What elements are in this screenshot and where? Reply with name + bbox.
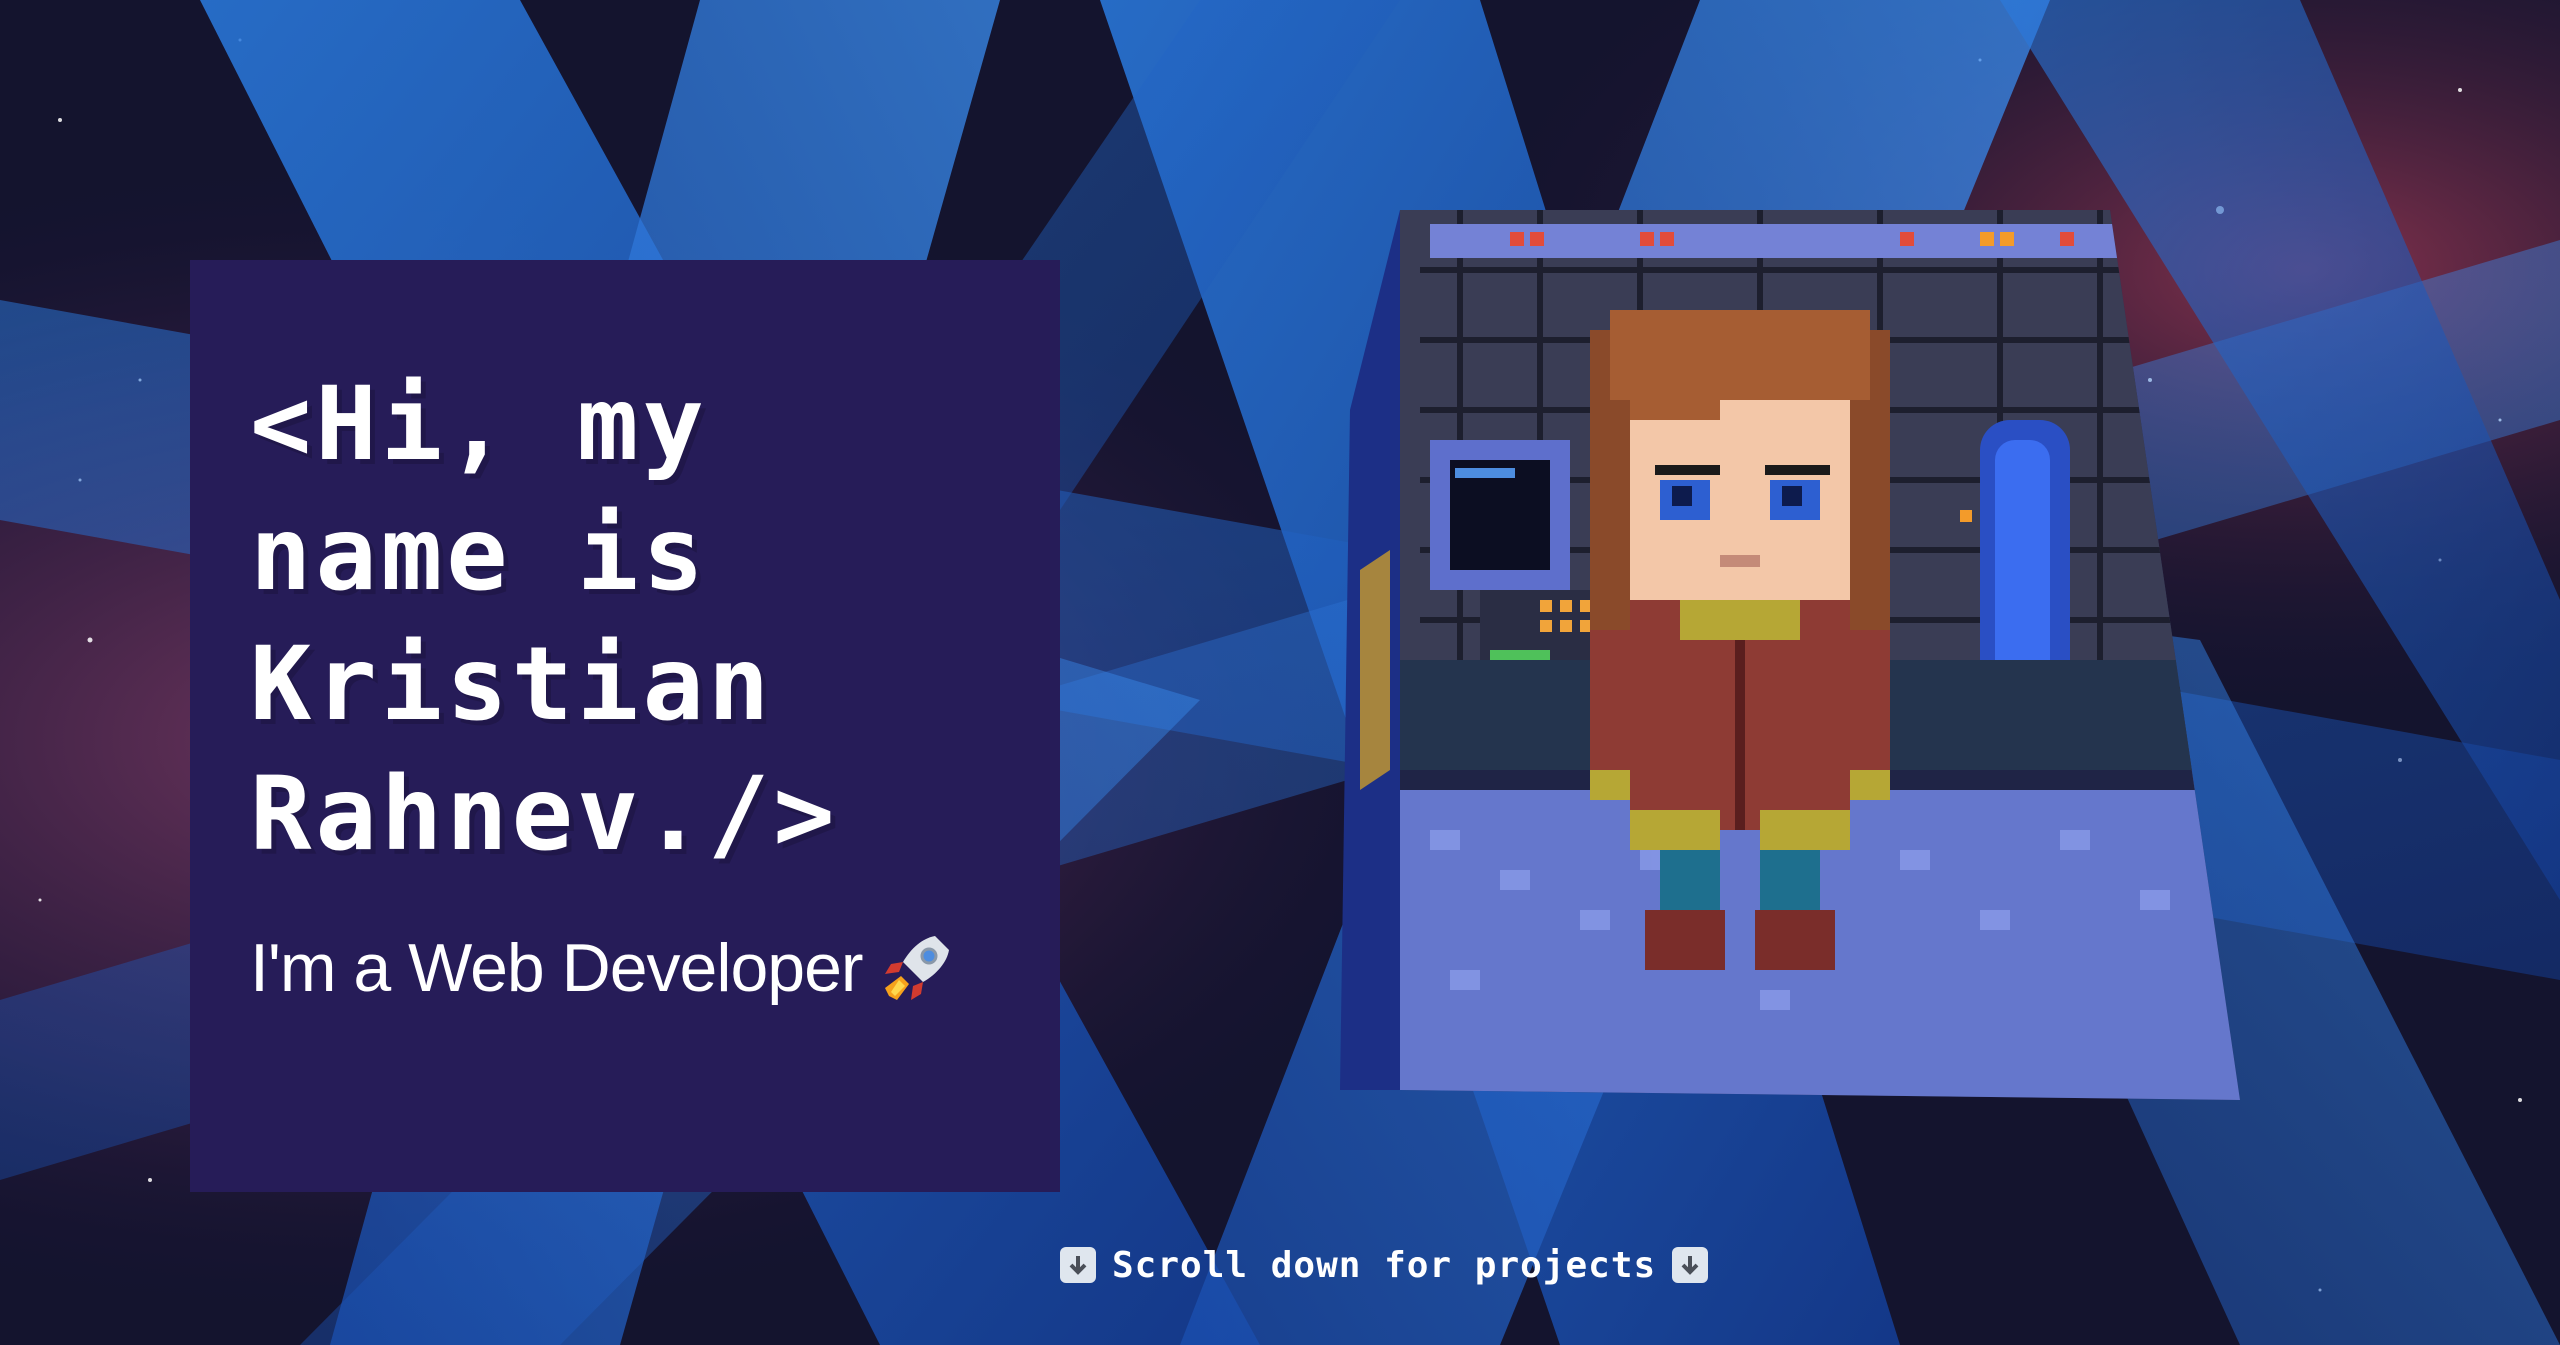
avatar-cube[interactable] <box>1340 210 2240 1100</box>
scroll-hint-label: Scroll down for projects <box>1112 1244 1657 1286</box>
intro-subtitle-row: I'm a Web Developer <box>250 928 1020 1008</box>
arrow-down-icon <box>1060 1247 1096 1283</box>
arrow-down-icon <box>1672 1247 1709 1283</box>
scroll-hint[interactable]: Scroll down for projects <box>1060 1240 1709 1290</box>
intro-card: <Hi, my name is Kristian Rahnev./> I'm a… <box>190 260 1060 1192</box>
intro-heading: <Hi, my name is Kristian Rahnev./> <box>250 365 839 874</box>
pixel-art-avatar-icon <box>1340 210 2240 1100</box>
intro-subtitle: I'm a Web Developer <box>250 930 864 1006</box>
rocket-icon <box>877 928 957 1008</box>
